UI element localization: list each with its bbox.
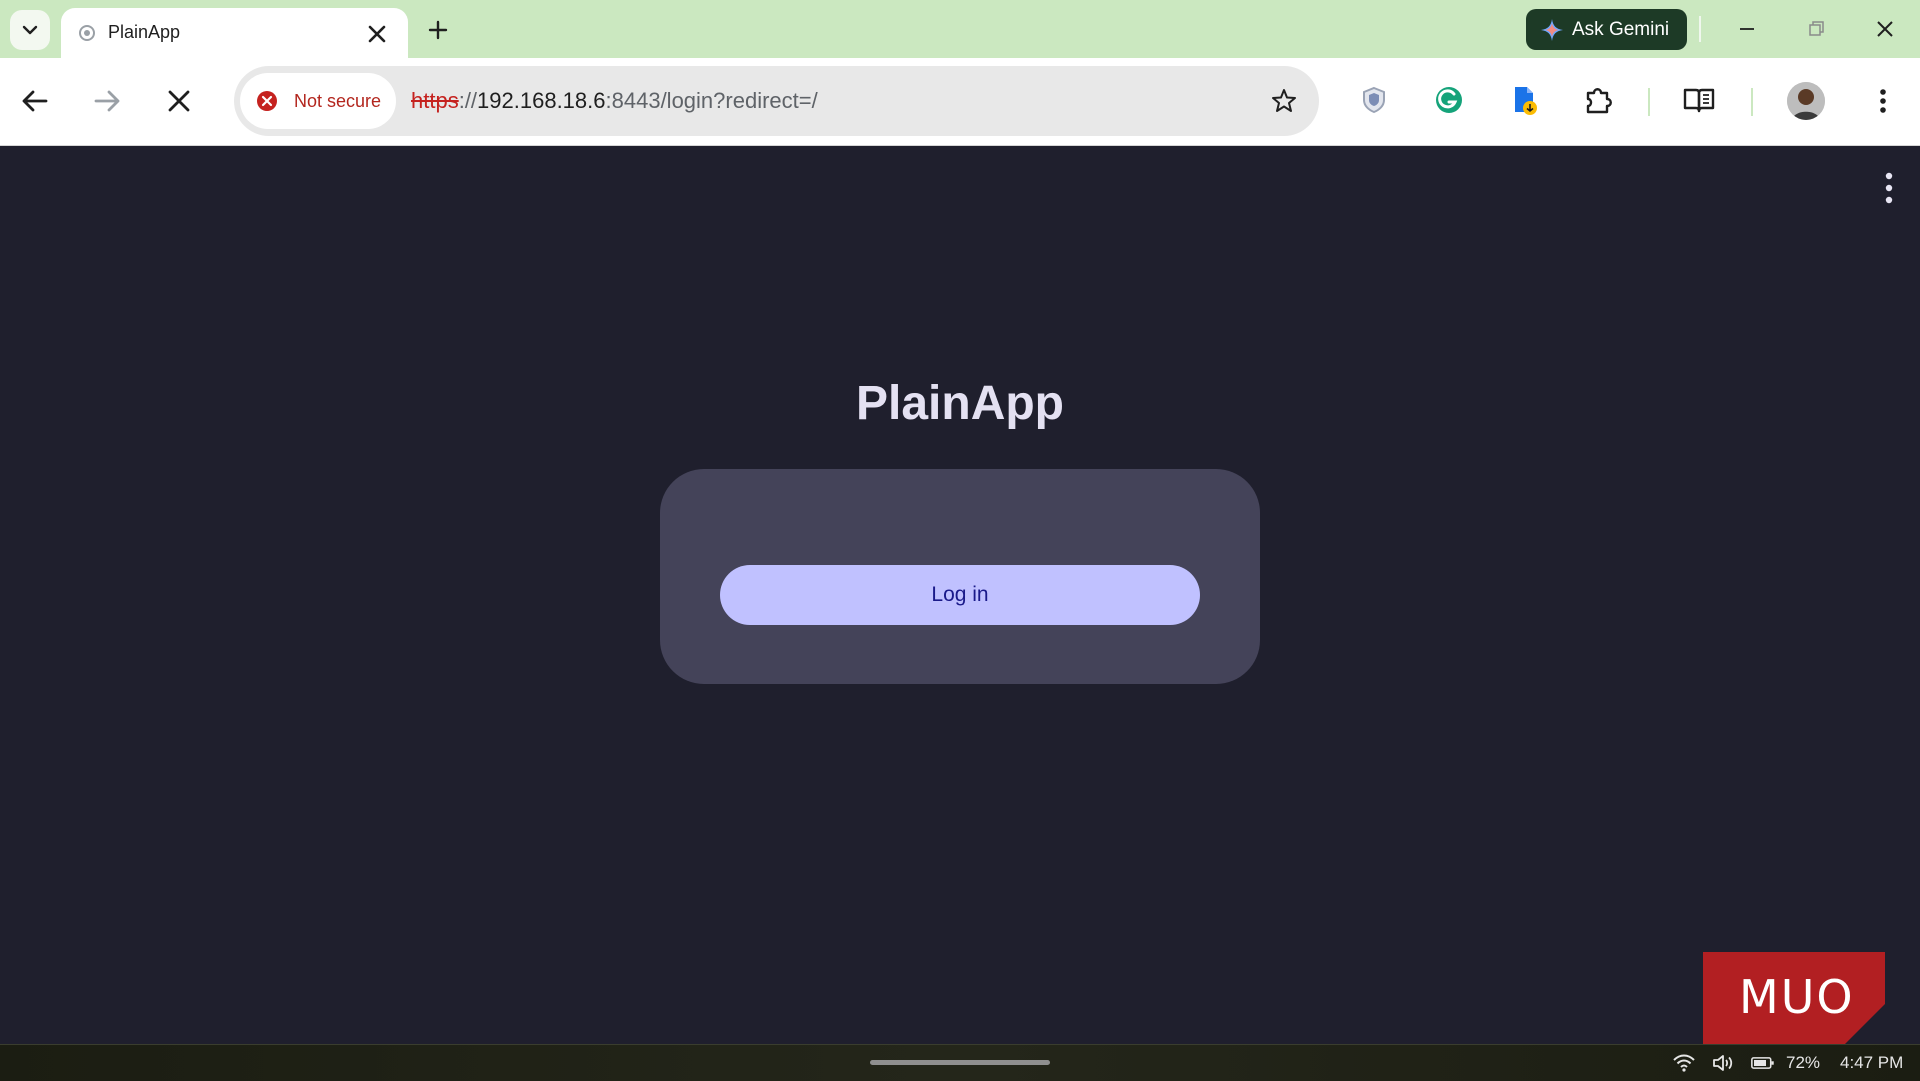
profile-avatar[interactable]: [1787, 82, 1825, 120]
file-download-extension-icon[interactable]: [1506, 82, 1542, 118]
strip-divider: [1699, 16, 1701, 42]
security-chip[interactable]: Not secure: [240, 73, 396, 129]
browser-toolbar: Not secure https://192.168.18.6:8443/log…: [0, 58, 1920, 146]
page-content: PlainApp Log in MUO: [0, 146, 1920, 1044]
forward-arrow-icon[interactable]: [88, 82, 126, 120]
extensions-puzzle-icon[interactable]: [1581, 82, 1617, 118]
bookmark-star-icon[interactable]: [1269, 86, 1299, 116]
battery-icon[interactable]: [1751, 1053, 1775, 1073]
new-tab-icon[interactable]: [424, 16, 452, 44]
tab-active[interactable]: PlainApp: [61, 8, 408, 58]
url-host: 192.168.18.6: [477, 88, 606, 113]
login-card: Log in: [660, 469, 1260, 684]
toolbar-divider: [1648, 88, 1650, 116]
grammarly-icon[interactable]: [1431, 82, 1467, 118]
app-title: PlainApp: [855, 377, 1064, 430]
ask-gemini-label: Ask Gemini: [1572, 18, 1670, 40]
minimize-icon[interactable]: [1732, 14, 1762, 44]
gemini-sparkle-icon: [1541, 18, 1563, 41]
stop-loading-icon[interactable]: [160, 82, 198, 120]
url-path: :8443/login?redirect=/: [605, 88, 818, 113]
tab-title: PlainApp: [108, 22, 181, 42]
error-circle-icon: [257, 91, 277, 111]
os-taskbar: 72% 4:47 PM: [0, 1044, 1920, 1081]
profile-photo-icon: [1787, 82, 1825, 120]
home-indicator[interactable]: [870, 1060, 1050, 1065]
more-vertical-icon[interactable]: [1874, 168, 1904, 208]
back-arrow-icon[interactable]: [16, 82, 54, 120]
address-bar[interactable]: Not secure https://192.168.18.6:8443/log…: [234, 66, 1319, 136]
ask-gemini-button[interactable]: Ask Gemini: [1526, 9, 1687, 50]
url-scheme: https: [411, 88, 459, 113]
url-text[interactable]: https://192.168.18.6:8443/login?redirect…: [411, 88, 818, 114]
wifi-icon[interactable]: [1672, 1053, 1696, 1073]
battery-percent: 72%: [1786, 1053, 1821, 1072]
muo-watermark: MUO: [1703, 952, 1885, 1044]
chevron-down-icon: [22, 25, 38, 35]
reading-mode-icon[interactable]: [1681, 82, 1717, 118]
tab-search-button[interactable]: [10, 10, 50, 50]
volume-icon[interactable]: [1711, 1053, 1735, 1073]
toolbar-divider: [1751, 88, 1753, 116]
loading-globe-icon: [79, 25, 95, 41]
not-secure-label: Not secure: [294, 90, 382, 111]
watermark-text: MUO: [1739, 970, 1855, 1024]
tab-close-icon[interactable]: [363, 20, 391, 48]
browser-menu-icon[interactable]: [1866, 84, 1900, 118]
clock-time[interactable]: 4:47 PM: [1840, 1053, 1903, 1073]
watermark-corner: [1845, 1004, 1885, 1044]
restore-icon[interactable]: [1801, 14, 1831, 44]
shield-extension-icon[interactable]: [1356, 82, 1392, 118]
tab-strip: PlainApp Ask Gemini: [0, 0, 1920, 58]
url-separator: ://: [458, 88, 478, 113]
window-close-icon[interactable]: [1870, 14, 1900, 44]
login-button[interactable]: Log in: [720, 565, 1200, 625]
